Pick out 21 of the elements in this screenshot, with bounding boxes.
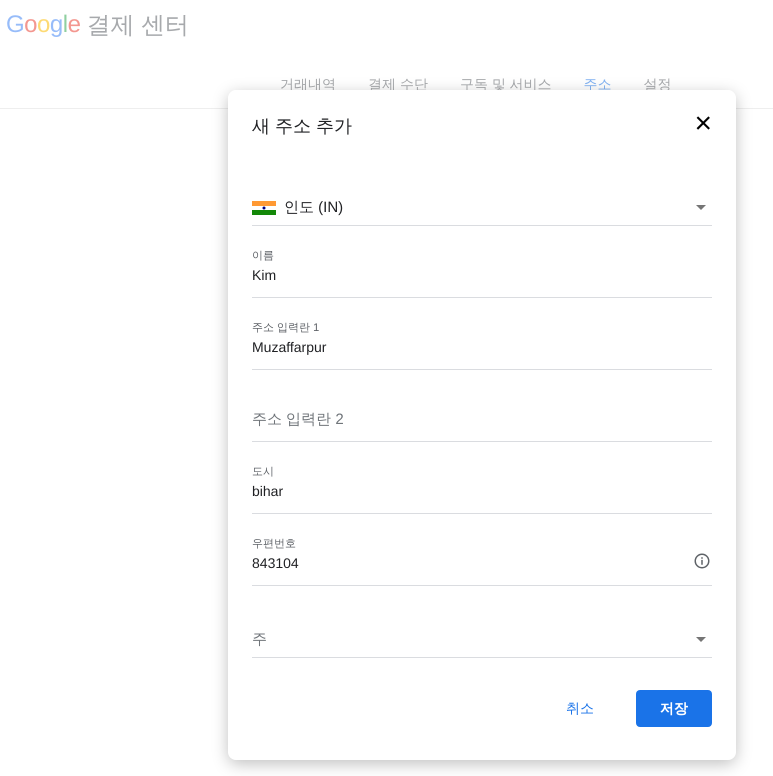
page-title: 결제 센터 — [86, 11, 190, 41]
field-label: 주소 입력란 1 — [252, 321, 320, 335]
input-field[interactable]: 843104 — [252, 555, 712, 586]
input-field[interactable]: Kim — [252, 267, 712, 298]
dropdown-caret-icon — [696, 205, 706, 210]
cancel-button[interactable]: 취소 — [554, 690, 606, 727]
flag-icon — [252, 200, 276, 214]
dropdown-caret-icon — [696, 637, 706, 642]
field-label: 도시 — [252, 465, 274, 479]
logo: Google — [6, 11, 80, 39]
field-label: 이름 — [252, 249, 274, 263]
field-label: 우편번호 — [252, 537, 296, 551]
close-button[interactable]: × — [694, 112, 712, 140]
save-button[interactable]: 저장 — [636, 690, 712, 727]
input-field[interactable]: 주소 입력란 2 — [252, 411, 712, 442]
info-icon[interactable] — [693, 552, 711, 570]
country-select[interactable]: 인도 (IN) — [252, 198, 712, 226]
input-field[interactable]: bihar — [252, 483, 712, 514]
dialog-title: 새 주소 추가 — [252, 115, 352, 138]
state-select[interactable]: 주 — [252, 630, 712, 658]
input-field[interactable]: Muzaffarpur — [252, 339, 712, 370]
